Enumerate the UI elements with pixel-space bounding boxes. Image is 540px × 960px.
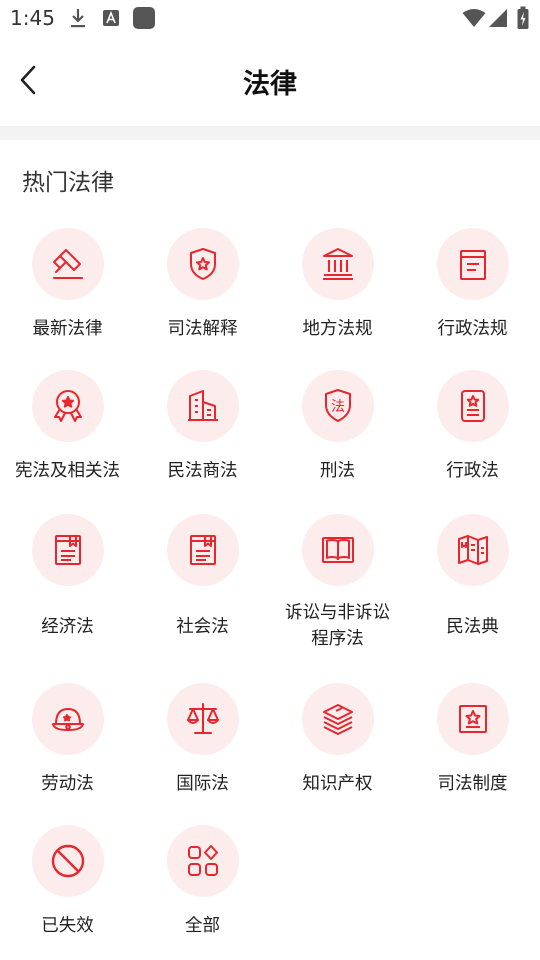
category-item[interactable]: 知识产权 (270, 683, 405, 803)
category-label: 诉讼与非诉讼 程序法 (285, 603, 390, 649)
category-label: 最新法律 (32, 319, 103, 339)
category-item[interactable]: 最新法律 (0, 228, 135, 348)
svg-text:法: 法 (331, 399, 345, 415)
star-frame-icon (436, 683, 509, 755)
app-square-icon (133, 7, 155, 29)
hard-hat-icon (31, 683, 104, 755)
category-label: 宪法及相关法 (15, 461, 120, 481)
grid-icon (166, 825, 239, 897)
shield-star-icon (166, 228, 239, 300)
document-icon (436, 228, 509, 300)
category-item[interactable]: 国际法 (135, 683, 270, 803)
category-label: 行政法 (446, 461, 499, 481)
category-item[interactable]: 法 刑法 (270, 370, 405, 490)
category-item[interactable]: 行政法规 (405, 228, 540, 348)
category-label: 民法典 (446, 617, 499, 637)
category-label: 民法商法 (167, 461, 238, 481)
category-item[interactable]: 行政法 (405, 370, 540, 490)
shield-law-icon: 法 (301, 370, 374, 442)
download-icon (71, 9, 85, 28)
stack-icon (301, 683, 374, 755)
gavel-icon (31, 228, 104, 300)
category-label: 司法解释 (167, 319, 238, 339)
category-label: 经济法 (41, 617, 94, 637)
wifi-icon (462, 9, 486, 27)
page-title: 法律 (243, 69, 297, 100)
medal-icon (31, 370, 104, 442)
section-title: 热门法律 (22, 170, 114, 196)
category-item[interactable]: 司法制度 (405, 683, 540, 803)
nav-bar: 法律 (0, 36, 540, 126)
category-label: 行政法规 (437, 319, 508, 339)
category-item[interactable]: 全部 (135, 825, 270, 945)
building-icon (301, 228, 374, 300)
category-item[interactable]: 地方法规 (270, 228, 405, 348)
category-item[interactable]: 劳动法 (0, 683, 135, 803)
status-time: 1:45 (10, 6, 55, 30)
category-item[interactable]: 民法商法 (135, 370, 270, 490)
category-item[interactable]: 宪法及相关法 (0, 370, 135, 490)
scales-icon (166, 683, 239, 755)
category-label: 劳动法 (41, 774, 94, 794)
category-label: 地方法规 (302, 319, 373, 339)
category-item[interactable]: 民法典 (405, 514, 540, 654)
open-book-icon (301, 514, 374, 586)
category-label: 国际法 (176, 774, 229, 794)
book-bookmark-icon (31, 514, 104, 586)
office-building-icon (166, 370, 239, 442)
section-divider (0, 126, 540, 140)
star-document-icon (436, 370, 509, 442)
signal-icon (489, 9, 507, 27)
battery-icon (517, 6, 529, 29)
font-app-icon (103, 10, 119, 26)
book-bookmark-icon (166, 514, 239, 586)
prohibited-icon (31, 825, 104, 897)
status-bar: 1:45 (0, 0, 540, 36)
category-item[interactable]: 诉讼与非诉讼 程序法 (270, 514, 405, 654)
category-item[interactable]: 社会法 (135, 514, 270, 654)
folded-map-icon (436, 514, 509, 586)
category-label: 刑法 (320, 461, 355, 481)
category-item[interactable]: 经济法 (0, 514, 135, 654)
category-label: 司法制度 (437, 774, 508, 794)
category-label: 社会法 (176, 617, 229, 637)
category-label: 已失效 (41, 916, 94, 936)
category-label: 全部 (185, 916, 220, 936)
category-item[interactable]: 已失效 (0, 825, 135, 945)
category-label: 知识产权 (302, 774, 373, 794)
category-item[interactable]: 司法解释 (135, 228, 270, 348)
